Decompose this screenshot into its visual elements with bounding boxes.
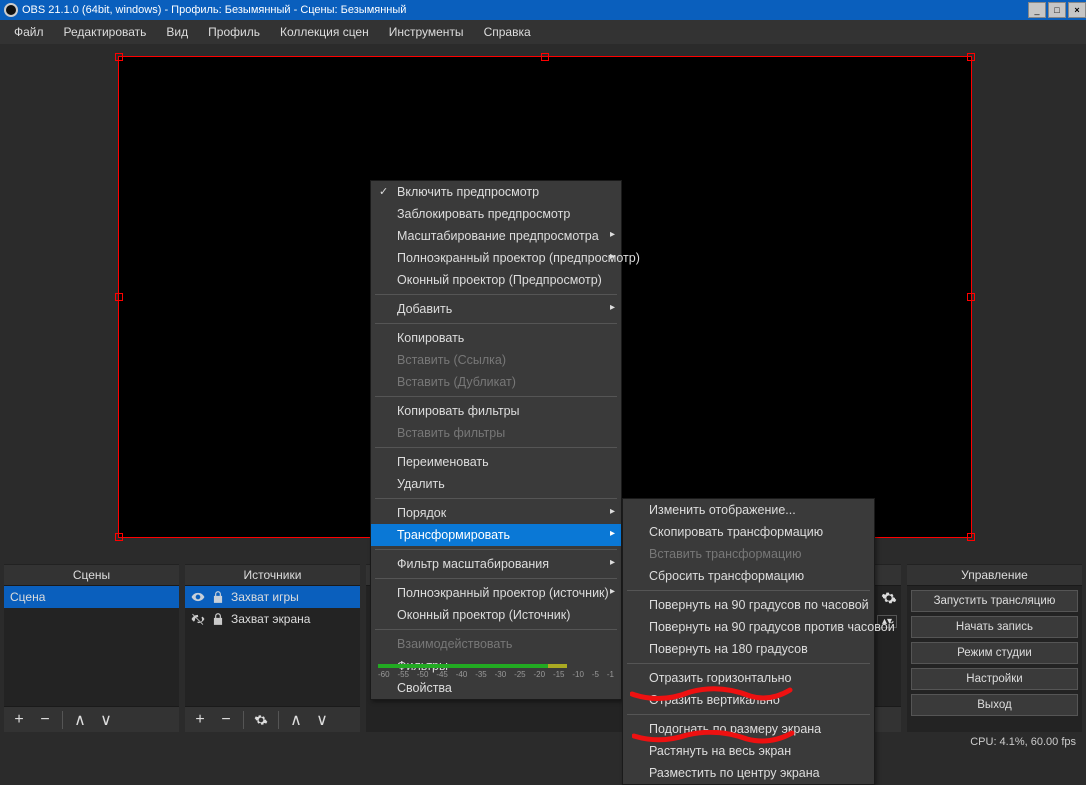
menu-справка[interactable]: Справка: [474, 22, 541, 42]
context-menu-item[interactable]: Включить предпросмотр: [371, 181, 621, 203]
scenes-panel: Сцены Сцена + − ∧ ∨: [4, 564, 179, 732]
context-menu-item[interactable]: Сбросить трансформацию: [623, 565, 874, 587]
context-menu-item[interactable]: Повернуть на 90 градусов по часовой: [623, 594, 874, 616]
obs-icon: [4, 3, 18, 17]
control-button[interactable]: Запустить трансляцию: [911, 590, 1078, 612]
lock-icon[interactable]: [211, 590, 225, 604]
maximize-button[interactable]: □: [1048, 2, 1066, 18]
sources-panel: Источники Захват игры Захват экрана + − ∧…: [185, 564, 360, 732]
context-menu-item[interactable]: Повернуть на 180 градусов: [623, 638, 874, 660]
menu-инструменты[interactable]: Инструменты: [379, 22, 474, 42]
source-label: Захват экрана: [231, 612, 310, 626]
scenes-header: Сцены: [4, 565, 179, 586]
remove-scene-button[interactable]: −: [34, 709, 56, 731]
context-menu-item: Вставить (Дубликат): [371, 371, 621, 393]
menubar: ФайлРедактироватьВидПрофильКоллекция сце…: [0, 20, 1086, 44]
context-menu-item[interactable]: Полноэкранный проектор (предпросмотр): [371, 247, 621, 269]
context-menu-item[interactable]: Изменить отображение...: [623, 499, 874, 521]
context-menu-item: Вставить фильтры: [371, 422, 621, 444]
transition-settings-icon[interactable]: [881, 590, 897, 611]
add-scene-button[interactable]: +: [8, 709, 30, 731]
context-menu-item[interactable]: Оконный проектор (Предпросмотр): [371, 269, 621, 291]
context-menu-item[interactable]: Оконный проектор (Источник): [371, 604, 621, 626]
close-button[interactable]: ×: [1068, 2, 1086, 18]
source-label: Захват игры: [231, 590, 299, 604]
scene-item[interactable]: Сцена: [4, 586, 179, 608]
control-button[interactable]: Режим студии: [911, 642, 1078, 664]
scene-up-button[interactable]: ∧: [69, 709, 91, 731]
context-menu-item[interactable]: Фильтр масштабирования: [371, 553, 621, 575]
context-menu-item[interactable]: Подогнать по размеру экрана: [623, 718, 874, 740]
controls-header: Управление: [907, 565, 1082, 586]
context-menu-item[interactable]: Полноэкранный проектор (источник): [371, 582, 621, 604]
context-menu-item[interactable]: Трансформировать: [371, 524, 621, 546]
context-menu-item[interactable]: Отразить вертикально: [623, 689, 874, 711]
source-settings-button[interactable]: [250, 709, 272, 731]
context-menu-item[interactable]: Удалить: [371, 473, 621, 495]
context-menu[interactable]: Включить предпросмотрЗаблокировать предп…: [370, 180, 622, 700]
menu-вид[interactable]: Вид: [156, 22, 198, 42]
context-menu-item[interactable]: Копировать фильтры: [371, 400, 621, 422]
context-menu-item[interactable]: Масштабирование предпросмотра: [371, 225, 621, 247]
status-text: CPU: 4.1%, 60.00 fps: [970, 736, 1076, 748]
control-button[interactable]: Начать запись: [911, 616, 1078, 638]
context-menu-item: Вставить трансформацию: [623, 543, 874, 565]
control-button[interactable]: Выход: [911, 694, 1078, 716]
context-menu-item[interactable]: Переименовать: [371, 451, 621, 473]
window-titlebar: OBS 21.1.0 (64bit, windows) - Профиль: Б…: [0, 0, 1086, 20]
menu-файл[interactable]: Файл: [4, 22, 54, 42]
add-source-button[interactable]: +: [189, 709, 211, 731]
context-menu-item[interactable]: Отразить горизонтально: [623, 667, 874, 689]
transform-submenu[interactable]: Изменить отображение...Скопировать транс…: [622, 498, 875, 785]
minimize-button[interactable]: _: [1028, 2, 1046, 18]
context-menu-item: Взаимодействовать: [371, 633, 621, 655]
source-item[interactable]: Захват экрана: [185, 608, 360, 630]
source-up-button[interactable]: ∧: [285, 709, 307, 731]
context-menu-item[interactable]: Добавить: [371, 298, 621, 320]
source-down-button[interactable]: ∨: [311, 709, 333, 731]
context-menu-item[interactable]: Разместить по центру экрана: [623, 762, 874, 784]
context-menu-item[interactable]: Порядок: [371, 502, 621, 524]
control-button[interactable]: Настройки: [911, 668, 1078, 690]
context-menu-item[interactable]: Повернуть на 90 градусов против часовой: [623, 616, 874, 638]
source-item[interactable]: Захват игры: [185, 586, 360, 608]
context-menu-item: Вставить (Ссылка): [371, 349, 621, 371]
controls-panel: Управление Запустить трансляцию Начать за…: [907, 564, 1082, 732]
scene-down-button[interactable]: ∨: [95, 709, 117, 731]
lock-icon[interactable]: [211, 612, 225, 626]
remove-source-button[interactable]: −: [215, 709, 237, 731]
status-bar: CPU: 4.1%, 60.00 fps: [0, 732, 1086, 752]
context-menu-item[interactable]: Заблокировать предпросмотр: [371, 203, 621, 225]
visibility-on-icon[interactable]: [191, 590, 205, 604]
audio-meter: -60-55-50-45-40-35-30-25-20-15-10-5-1: [378, 664, 614, 684]
menu-коллекция сцен[interactable]: Коллекция сцен: [270, 22, 379, 42]
context-menu-item[interactable]: Растянуть на весь экран: [623, 740, 874, 762]
window-title: OBS 21.1.0 (64bit, windows) - Профиль: Б…: [22, 4, 1026, 16]
context-menu-item[interactable]: Скопировать трансформацию: [623, 521, 874, 543]
menu-профиль[interactable]: Профиль: [198, 22, 270, 42]
sources-header: Источники: [185, 565, 360, 586]
menu-редактировать[interactable]: Редактировать: [54, 22, 157, 42]
context-menu-item[interactable]: Копировать: [371, 327, 621, 349]
visibility-off-icon[interactable]: [191, 612, 205, 626]
